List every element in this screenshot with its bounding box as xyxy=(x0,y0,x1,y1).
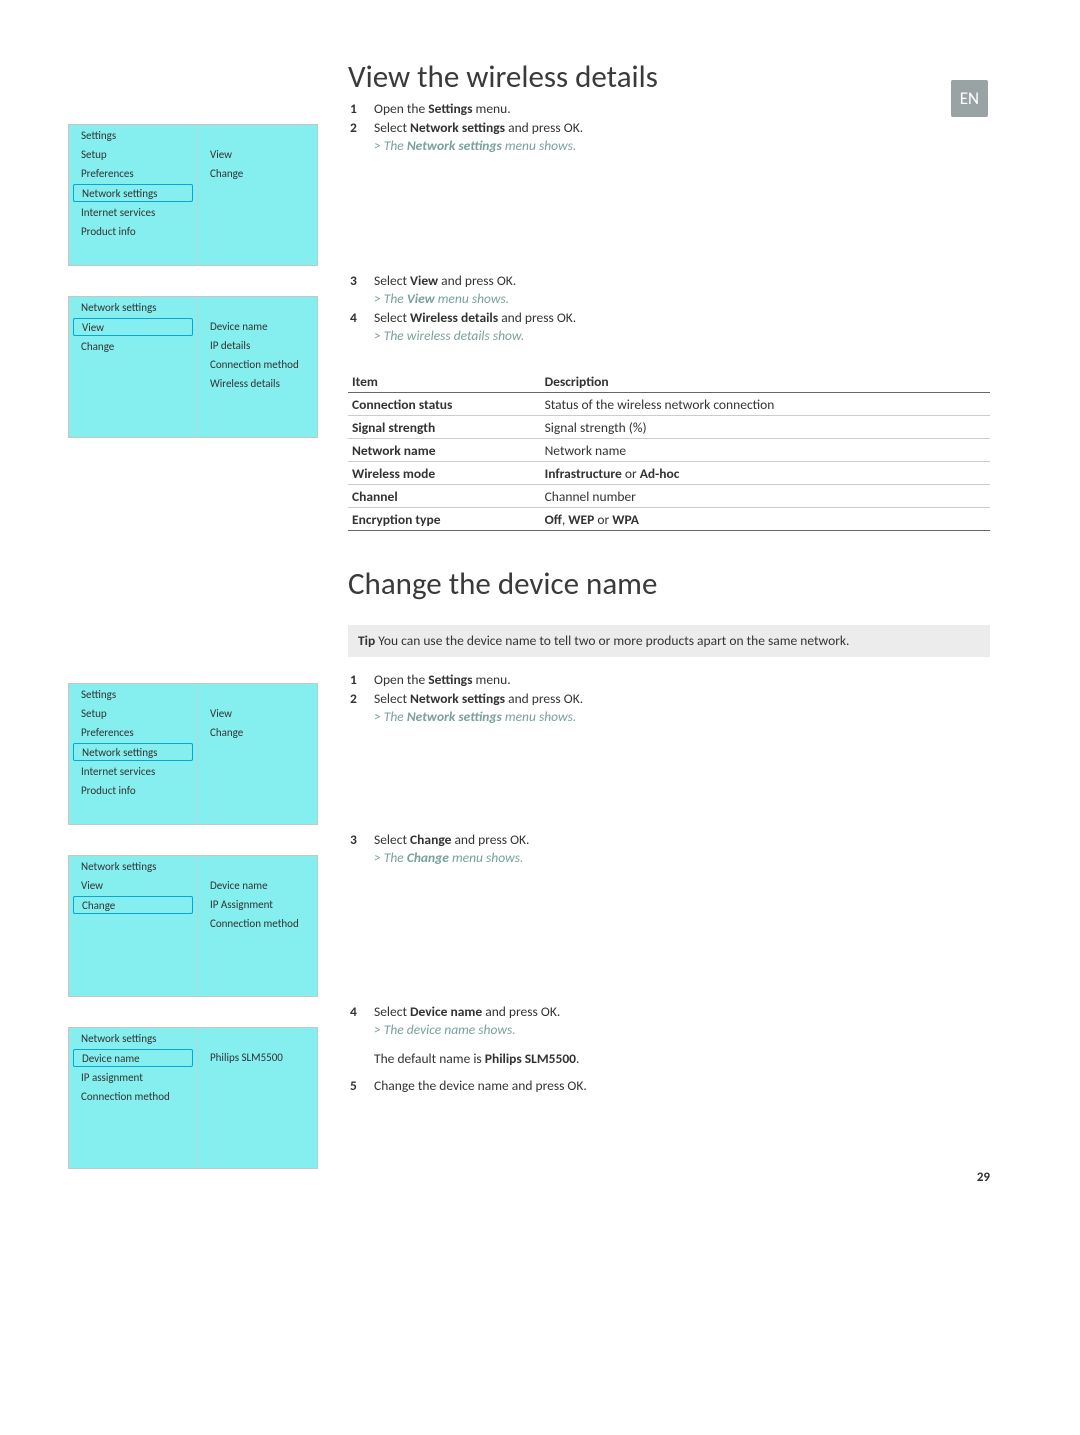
table-row: Signal strengthSignal strength (%) xyxy=(348,416,990,439)
menu-item: IP details xyxy=(198,336,317,355)
menu-item: Setup xyxy=(69,704,197,723)
menu-item-selected: View xyxy=(73,318,193,336)
menu-title: Network settings xyxy=(69,856,197,876)
note-text: The default name is Philips SLM5500. xyxy=(348,1050,990,1067)
step-number: 4 xyxy=(348,1003,374,1038)
menu-item-selected: Change xyxy=(73,896,193,914)
menu-item: Change xyxy=(69,337,197,356)
step-result: The device name shows. xyxy=(374,1021,990,1038)
menu-item: Change xyxy=(198,723,317,742)
table-row: Wireless modeInfrastructure or Ad-hoc xyxy=(348,462,990,485)
menu-item: View xyxy=(198,704,317,723)
step-number: 5 xyxy=(348,1077,374,1094)
language-tab: EN xyxy=(951,80,988,117)
menu-item: IP assignment xyxy=(69,1068,197,1087)
step-number: 3 xyxy=(348,272,374,307)
tip-box: Tip You can use the device name to tell … xyxy=(348,625,990,657)
step-result: The Network settings menu shows. xyxy=(374,708,990,725)
step-result: The Change menu shows. xyxy=(374,849,990,866)
step-number: 2 xyxy=(348,119,374,154)
heading-view-wireless: View the wireless details xyxy=(348,58,990,96)
menu-network-change: Network settings View Change Device name… xyxy=(68,855,318,997)
step-number: 2 xyxy=(348,690,374,725)
menu-item-selected: Network settings xyxy=(73,184,193,202)
menu-item: Internet services xyxy=(69,203,197,222)
wireless-details-table: ItemDescription Connection statusStatus … xyxy=(348,370,990,531)
page-number: 29 xyxy=(977,1170,990,1185)
menu-item: View xyxy=(198,145,317,164)
menu-item: Internet services xyxy=(69,762,197,781)
table-header: Item xyxy=(348,370,541,393)
step-text: Select Network settings and press OK. Th… xyxy=(374,690,990,725)
step-number: 1 xyxy=(348,671,374,688)
menu-item-selected: Device name xyxy=(73,1049,193,1067)
menu-settings-2: Settings Setup Preferences Network setti… xyxy=(68,683,318,825)
step-text: Open the Settings menu. xyxy=(374,100,990,117)
step-result: The wireless details show. xyxy=(374,327,990,344)
table-row: Connection statusStatus of the wireless … xyxy=(348,393,990,416)
menu-item: Connection method xyxy=(198,355,317,374)
step-number: 4 xyxy=(348,309,374,344)
menu-item: Preferences xyxy=(69,723,197,742)
step-text: Select Device name and press OK. The dev… xyxy=(374,1003,990,1038)
step-text: Select View and press OK. The View menu … xyxy=(374,272,990,307)
menu-device-name: Network settings Device name IP assignme… xyxy=(68,1027,318,1169)
menu-title: Network settings xyxy=(69,297,197,317)
menu-item: Wireless details xyxy=(198,374,317,393)
step-text: Change the device name and press OK. xyxy=(374,1077,990,1094)
menu-item-selected: Network settings xyxy=(73,743,193,761)
menu-item: View xyxy=(69,876,197,895)
table-row: Encryption typeOff, WEP or WPA xyxy=(348,508,990,531)
step-text: Select Wireless details and press OK. Th… xyxy=(374,309,990,344)
step-result: The View menu shows. xyxy=(374,290,990,307)
step-number: 3 xyxy=(348,831,374,866)
menu-item: Preferences xyxy=(69,164,197,183)
menu-title: Settings xyxy=(69,125,197,145)
step-text: Select Network settings and press OK. Th… xyxy=(374,119,990,154)
menu-item: Device name xyxy=(198,876,317,895)
menu-item: Philips SLM5500 xyxy=(198,1048,317,1067)
step-number: 1 xyxy=(348,100,374,117)
menu-network-view: Network settings View Change Device name… xyxy=(68,296,318,438)
heading-change-device-name: Change the device name xyxy=(348,565,990,603)
step-result: The Network settings menu shows. xyxy=(374,137,990,154)
step-text: Open the Settings menu. xyxy=(374,671,990,688)
menu-item: Device name xyxy=(198,317,317,336)
menu-item: Product info xyxy=(69,781,197,800)
table-row: Network nameNetwork name xyxy=(348,439,990,462)
menu-title: Settings xyxy=(69,684,197,704)
menu-item: Setup xyxy=(69,145,197,164)
menu-title: Network settings xyxy=(69,1028,197,1048)
menu-item: Change xyxy=(198,164,317,183)
step-text: Select Change and press OK. The Change m… xyxy=(374,831,990,866)
menu-item: IP Assignment xyxy=(198,895,317,914)
table-row: ChannelChannel number xyxy=(348,485,990,508)
menu-item: Connection method xyxy=(69,1087,197,1106)
menu-settings-1: Settings Setup Preferences Network setti… xyxy=(68,124,318,266)
menu-item: Connection method xyxy=(198,914,317,933)
table-header: Description xyxy=(541,370,990,393)
menu-item: Product info xyxy=(69,222,197,241)
